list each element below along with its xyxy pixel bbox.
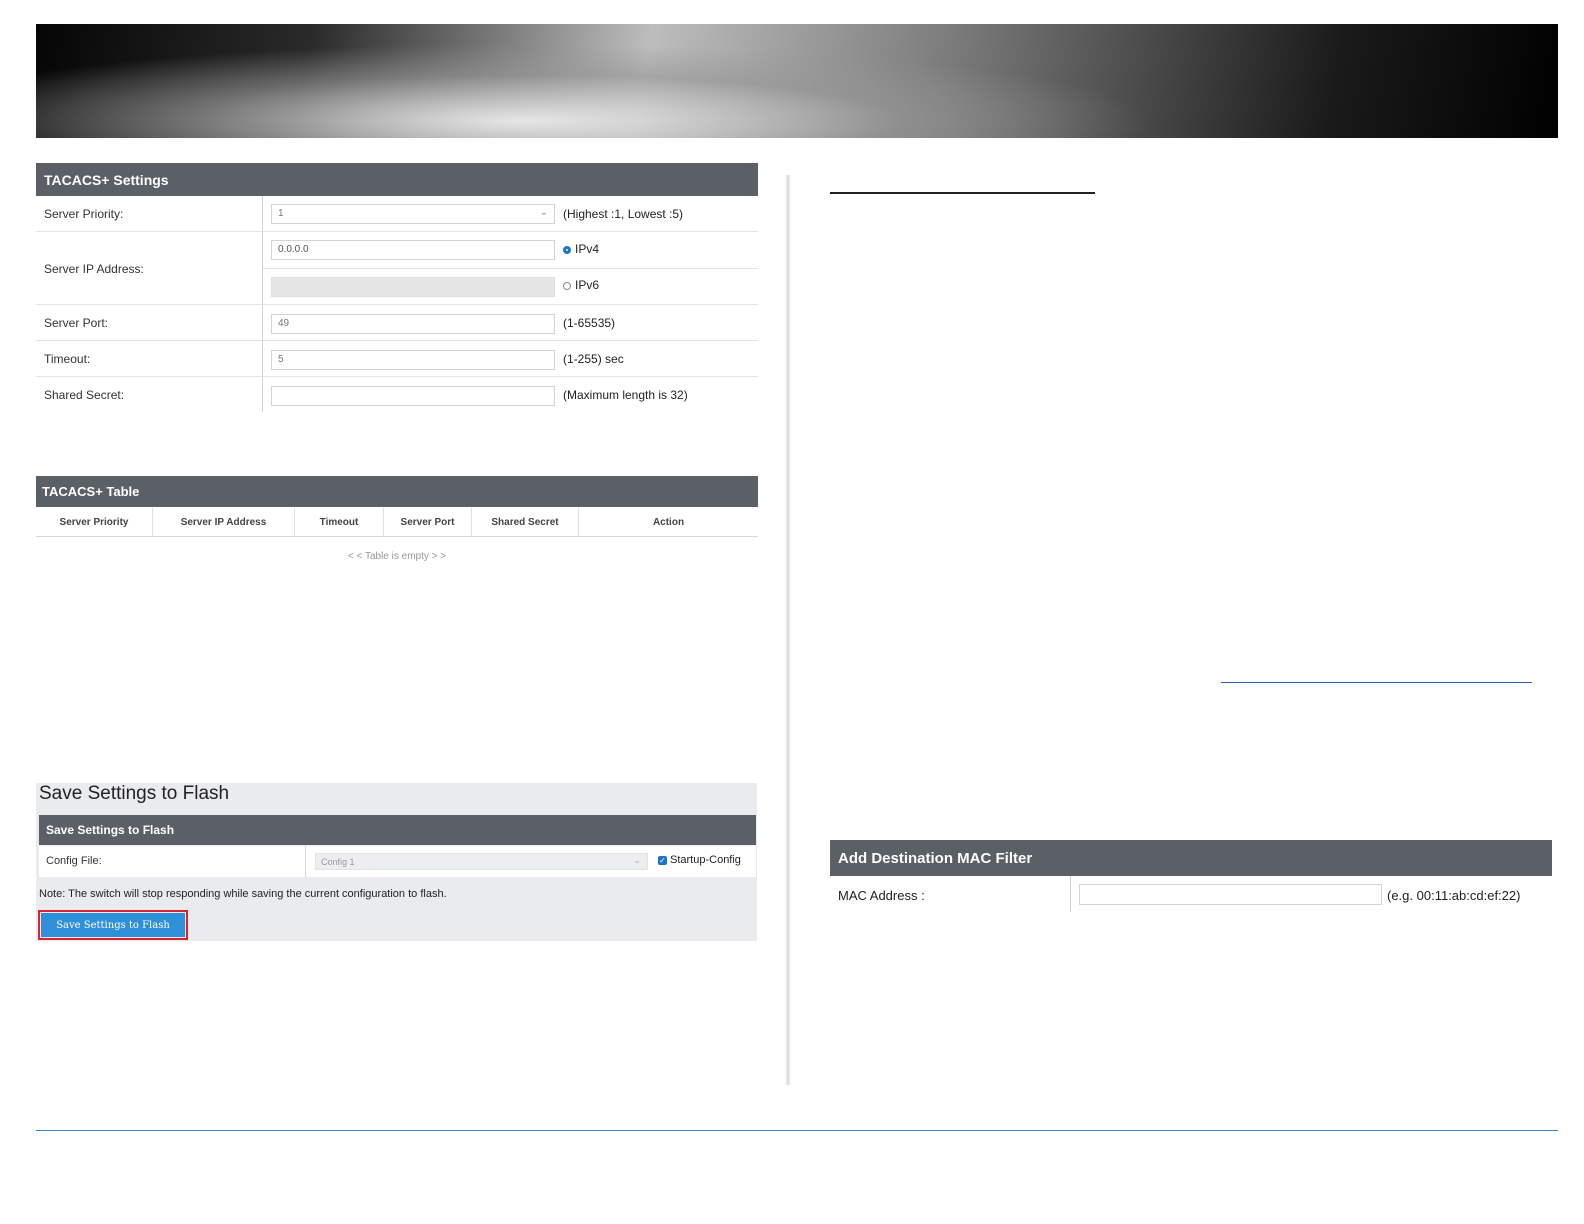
ipv6-label: IPv6 (575, 278, 600, 292)
column-header-shared-secret: Shared Secret (472, 508, 579, 536)
mac-address-hint: (e.g. 00:11:ab:cd:ef:22) (1387, 888, 1521, 903)
config-file-row: Config File: Config 1 ⌄ ✓ Startup-Config (39, 846, 756, 877)
checkbox-checked-icon: ✓ (658, 855, 667, 865)
config-label-border (305, 846, 306, 877)
server-priority-value: 1 (278, 208, 284, 219)
config-file-label: Config File: (46, 855, 102, 867)
server-port-value: 49 (278, 318, 290, 329)
mac-address-row: MAC Address : (e.g. 00:11:ab:cd:ef:22) (830, 876, 1552, 912)
shared-secret-input[interactable] (271, 386, 555, 406)
server-priority-label: Server Priority: (44, 207, 124, 221)
column-divider (785, 175, 791, 1085)
save-flash-title: Save Settings to Flash (39, 783, 230, 804)
startup-config-checkbox[interactable]: ✓ Startup-Config (658, 854, 741, 866)
server-ip-label: Server IP Address: (44, 262, 144, 276)
ipv4-radio[interactable]: IPv4 (563, 242, 599, 256)
ipv4-label: IPv4 (575, 242, 600, 256)
table-header-underline (36, 536, 758, 537)
config-file-select[interactable]: Config 1 ⌄ (315, 853, 648, 870)
mac-label-border (1070, 876, 1071, 912)
shared-secret-hint: (Maximum length is 32) (563, 388, 688, 402)
ip-row-divider (263, 268, 758, 269)
chevron-down-icon: ⌄ (539, 207, 548, 218)
ipv4-address-input[interactable]: 0.0.0.0 (271, 240, 555, 260)
column-header-server-port: Server Port (384, 508, 472, 536)
table-empty-message: < < Table is empty > > (347, 551, 447, 562)
radio-unselected-icon (563, 281, 571, 290)
ipv6-radio[interactable]: IPv6 (563, 278, 599, 292)
server-priority-row: Server Priority: 1 ⌄ (Highest :1, Lowest… (36, 196, 758, 232)
chevron-down-icon: ⌄ (633, 855, 641, 865)
mac-address-input[interactable] (1079, 884, 1382, 905)
save-flash-header: Save Settings to Flash (39, 815, 756, 845)
tacacs-settings-header: TACACS+ Settings (36, 163, 758, 196)
shared-secret-row: Shared Secret: (Maximum length is 32) (36, 377, 758, 413)
ipv6-address-input[interactable] (271, 277, 555, 297)
save-flash-note: Note: The switch will stop responding wh… (39, 888, 447, 900)
server-port-label: Server Port: (44, 316, 109, 330)
link-underline (1221, 682, 1532, 683)
header-banner (36, 24, 1558, 138)
timeout-hint: (1-255) sec (563, 352, 624, 366)
timeout-row: Timeout: 5 (1-255) sec (36, 341, 758, 377)
column-header-timeout: Timeout (295, 508, 384, 536)
timeout-label: Timeout: (44, 352, 91, 366)
footer-line (36, 1130, 1558, 1131)
column-header-action: Action (652, 516, 685, 528)
shared-secret-label: Shared Secret: (44, 388, 125, 402)
column-header-server-priority: Server Priority (36, 508, 153, 536)
server-priority-select[interactable]: 1 ⌄ (271, 204, 555, 224)
column-header-server-ip: Server IP Address (153, 508, 295, 536)
mac-address-label: MAC Address : (838, 888, 925, 903)
mac-filter-header: Add Destination MAC Filter (830, 840, 1552, 876)
startup-config-label: Startup-Config (670, 854, 741, 866)
tacacs-table-header: TACACS+ Table (36, 476, 758, 507)
config-file-value: Config 1 (321, 857, 355, 867)
server-port-input[interactable]: 49 (271, 314, 555, 334)
ipv4-address-value: 0.0.0.0 (278, 244, 309, 255)
radio-selected-icon (563, 245, 571, 254)
server-port-hint: (1-65535) (563, 316, 616, 330)
server-port-row: Server Port: 49 (1-65535) (36, 305, 758, 341)
timeout-value: 5 (278, 354, 284, 365)
section-underline (830, 192, 1095, 194)
timeout-input[interactable]: 5 (271, 350, 555, 370)
server-priority-hint: (Highest :1, Lowest :5) (563, 207, 684, 221)
server-ip-row: Server IP Address: 0.0.0.0 IPv4 IPv6 (36, 232, 758, 305)
save-settings-button[interactable]: Save Settings to Flash (41, 913, 185, 937)
